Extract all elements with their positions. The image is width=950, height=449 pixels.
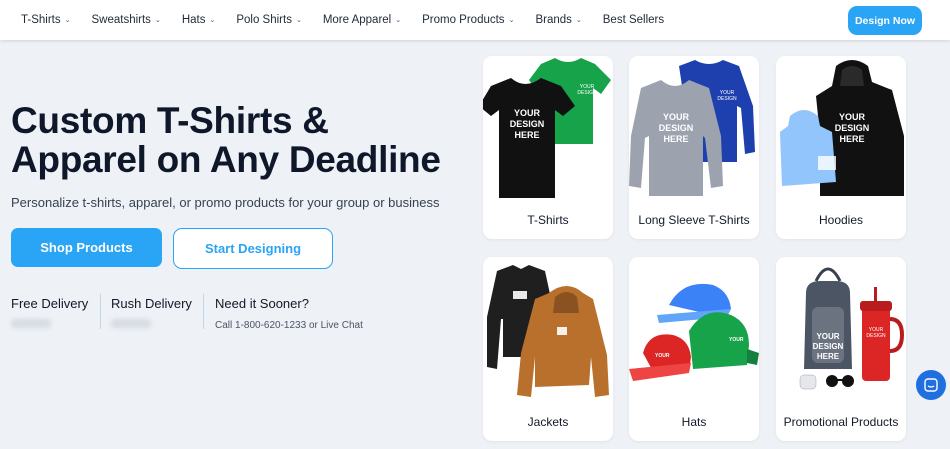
divider — [203, 294, 204, 329]
svg-text:DESIGN: DESIGN — [835, 123, 870, 133]
nav-item-sweatshirts[interactable]: Sweatshirts ⌄ — [92, 14, 161, 26]
nav-label: T-Shirts — [21, 14, 61, 26]
category-label: Hats — [681, 415, 707, 429]
design-print-text: YOUR — [514, 108, 541, 118]
svg-text:HERE: HERE — [839, 134, 864, 144]
category-card-long-sleeve[interactable]: YOUR DESIGN HERE YOUR DESIGN Long Sleeve… — [629, 56, 759, 239]
category-label: Jackets — [527, 415, 569, 429]
title-line-2: Apparel on Any Deadline — [11, 139, 441, 180]
nav-item-promo-products[interactable]: Promo Products ⌄ — [422, 14, 514, 26]
nav-item-best-sellers[interactable]: Best Sellers — [603, 14, 664, 26]
top-nav: T-Shirts ⌄ Sweatshirts ⌄ Hats ⌄ Polo Shirts… — [0, 0, 950, 40]
chevron-down-icon: ⌄ — [395, 17, 402, 24]
svg-text:HERE: HERE — [817, 352, 840, 361]
svg-text:DESIGN: DESIGN — [866, 333, 886, 339]
need-sooner-label: Need it Sooner? — [215, 296, 309, 311]
svg-text:YOUR: YOUR — [663, 112, 690, 122]
nav-label: Best Sellers — [602, 14, 665, 26]
nav-label: Hats — [181, 14, 206, 26]
nav-item-brands[interactable]: Brands ⌄ — [535, 14, 581, 26]
category-card-hats[interactable]: YOUR YOUR Hats — [629, 257, 759, 441]
tshirts-image: YOUR DESIGN HERE YOUR DESIGN — [483, 58, 611, 198]
chevron-down-icon: ⌄ — [575, 17, 582, 24]
hats-image: YOUR YOUR — [629, 283, 759, 381]
page-title: Custom T-Shirts & Apparel on Any Deadlin… — [11, 101, 471, 179]
need-sooner-block: Need it Sooner? Call 1-800-620-1233 or L… — [215, 296, 363, 331]
category-card-hoodies[interactable]: YOUR DESIGN HERE Hoodies — [776, 56, 906, 239]
svg-text:DESIGN: DESIGN — [659, 123, 694, 133]
category-label: Long Sleeve T-Shirts — [638, 213, 750, 227]
category-label: Hoodies — [818, 213, 864, 227]
hoodies-image: YOUR DESIGN HERE — [780, 60, 904, 196]
category-card-jackets[interactable]: Jackets — [483, 257, 613, 441]
chat-icon — [924, 378, 938, 392]
svg-text:DESIGN: DESIGN — [577, 90, 597, 96]
jackets-image — [487, 265, 609, 397]
svg-text:YOUR: YOUR — [816, 332, 839, 341]
nav-label: Brands — [535, 14, 572, 26]
shop-products-button[interactable]: Shop Products — [11, 228, 162, 267]
svg-text:YOUR: YOUR — [655, 353, 670, 359]
nav-item-more-apparel[interactable]: More Apparel ⌄ — [323, 14, 401, 26]
nav-label: Sweatshirts — [91, 14, 151, 26]
svg-text:DESIGN: DESIGN — [813, 342, 844, 351]
divider — [100, 294, 101, 329]
chevron-down-icon: ⌄ — [64, 17, 71, 24]
svg-text:DESIGN: DESIGN — [717, 96, 737, 102]
start-designing-button[interactable]: Start Designing — [173, 228, 333, 269]
promotional-products-image: YOUR DESIGN HERE YOUR DESIGN — [799, 267, 905, 390]
chevron-down-icon: ⌄ — [295, 17, 302, 24]
live-chat-button[interactable] — [916, 370, 946, 400]
chevron-down-icon: ⌄ — [154, 17, 161, 24]
free-delivery-block: Free Delivery — [11, 296, 88, 328]
rush-delivery-label: Rush Delivery — [111, 296, 192, 311]
nav-item-tshirts[interactable]: T-Shirts ⌄ — [21, 14, 71, 26]
svg-text:YOUR: YOUR — [729, 337, 744, 343]
title-line-1: Custom T-Shirts & — [11, 100, 329, 141]
category-card-promotional-products[interactable]: YOUR DESIGN HERE YOUR DESIGN Promotional… — [776, 257, 906, 441]
long-sleeve-image: YOUR DESIGN HERE YOUR DESIGN — [629, 60, 755, 196]
svg-text:DESIGN: DESIGN — [510, 119, 545, 129]
nav-label: More Apparel — [322, 14, 392, 26]
svg-text:HERE: HERE — [514, 130, 539, 140]
category-label: T-Shirts — [527, 213, 569, 227]
rush-delivery-block: Rush Delivery — [111, 296, 192, 328]
free-delivery-label: Free Delivery — [11, 296, 89, 311]
free-delivery-date-blurred — [11, 319, 51, 328]
category-label: Promotional Products — [783, 415, 899, 429]
nav-item-polo-shirts[interactable]: Polo Shirts ⌄ — [236, 14, 301, 26]
chevron-down-icon: ⌄ — [209, 17, 216, 24]
hero-subtitle: Personalize t-shirts, apparel, or promo … — [11, 195, 440, 210]
rush-delivery-date-blurred — [111, 319, 151, 328]
nav-item-hats[interactable]: Hats ⌄ — [182, 14, 216, 26]
need-sooner-contact: Call 1-800-620-1233 or Live Chat — [215, 320, 363, 331]
chevron-down-icon: ⌄ — [508, 17, 515, 24]
nav-label: Promo Products — [422, 14, 505, 26]
category-card-tshirts[interactable]: YOUR DESIGN HERE YOUR DESIGN T-Shirts — [483, 56, 613, 239]
svg-text:HERE: HERE — [663, 134, 688, 144]
nav-label: Polo Shirts — [236, 14, 292, 26]
svg-text:YOUR: YOUR — [839, 112, 866, 122]
design-now-button[interactable]: Design Now — [848, 6, 922, 35]
